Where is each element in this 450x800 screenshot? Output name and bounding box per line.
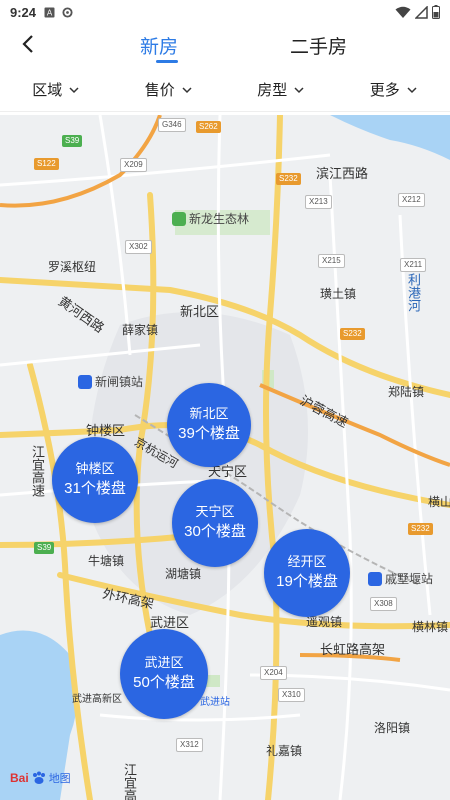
map-label: 郑陆镇 — [388, 385, 425, 399]
road-shield: S39 — [34, 542, 55, 554]
cluster-count: 50个楼盘 — [133, 674, 195, 691]
map-label: 罗溪枢纽 — [48, 260, 97, 274]
logo-suffix: 地图 — [48, 773, 71, 785]
filter-price-label: 售价 — [144, 82, 175, 99]
chevron-down-icon — [69, 86, 79, 93]
poi-label: 戚墅堰站 — [385, 572, 434, 586]
cluster-count: 31个楼盘 — [64, 480, 126, 497]
map-label: 武进区 — [150, 615, 190, 630]
back-arrow-icon — [22, 35, 33, 53]
tree-icon — [172, 211, 186, 226]
train-station-icon — [368, 571, 382, 586]
map-label: 洛阳镇 — [374, 721, 411, 735]
filter-region[interactable]: 区域 — [0, 68, 113, 111]
cluster-count: 19个楼盘 — [276, 573, 338, 590]
baidu-map-logo: Bai 地图 — [10, 770, 71, 786]
road-shield: X312 — [176, 738, 203, 752]
map-label: 牛塘镇 — [88, 554, 125, 568]
road-shield: X211 — [400, 258, 427, 272]
road-shield: X213 — [305, 195, 332, 209]
map-label: 新北区 — [180, 304, 220, 319]
road-shield: X215 — [318, 254, 345, 268]
notification-a-icon: A — [44, 7, 55, 17]
train-station-icon — [78, 374, 92, 389]
logo-text: Bai — [10, 771, 29, 785]
cluster-name: 天宁区 — [195, 504, 235, 519]
wifi-icon — [395, 6, 411, 18]
road-shield: X302 — [125, 240, 152, 254]
baidu-paw-icon — [32, 771, 45, 784]
cluster-name: 经开区 — [287, 554, 327, 569]
map-label: 武进高新区 — [72, 694, 122, 705]
back-button[interactable] — [14, 30, 42, 58]
cluster-name: 新北区 — [189, 406, 229, 421]
map-label: 横山 — [428, 495, 450, 509]
poi-label: 新龙生态林 — [189, 212, 250, 226]
map-label: 长虹路高架 — [320, 642, 386, 657]
road-shield: S232 — [340, 328, 365, 340]
chevron-down-icon — [407, 86, 417, 93]
poi-xinzha-station: 新闸镇站 — [78, 373, 143, 390]
filter-price[interactable]: 售价 — [113, 68, 226, 111]
map-label: 横林镇 — [412, 620, 449, 634]
map-label: 滨江西路 — [316, 166, 369, 181]
settings-gear-icon — [62, 6, 73, 18]
active-tab-indicator — [156, 60, 178, 63]
road-shield: X204 — [260, 666, 287, 680]
poi-xinlong-forest: 新龙生态林 — [172, 210, 249, 227]
road-shield: X308 — [370, 597, 397, 611]
filter-region-label: 区域 — [32, 82, 63, 99]
header: 新房 二手房 — [0, 24, 450, 68]
cluster-bubble-wujin[interactable]: 武进区 50个楼盘 — [120, 629, 208, 719]
filter-bar: 区域 售价 房型 更多 — [0, 68, 450, 112]
road-shield: S39 — [62, 135, 83, 147]
cluster-name: 钟楼区 — [75, 461, 115, 476]
battery-icon — [432, 5, 440, 19]
cluster-count: 30个楼盘 — [184, 523, 246, 540]
filter-more-label: 更多 — [369, 82, 400, 99]
cluster-bubble-zhonglou[interactable]: 钟楼区 31个楼盘 — [52, 437, 138, 523]
road-shield: S262 — [196, 121, 221, 133]
tab-new-house[interactable]: 新房 — [140, 32, 178, 59]
svg-text:A: A — [47, 8, 53, 17]
status-bar: 9:24 A — [0, 0, 450, 24]
cluster-count: 39个楼盘 — [178, 425, 240, 442]
map-label: 礼嘉镇 — [266, 744, 303, 758]
chevron-down-icon — [294, 86, 304, 93]
road-shield: S232 — [276, 173, 301, 185]
map-label: 江宜高速 — [122, 763, 137, 800]
road-shield: S122 — [34, 158, 59, 170]
poi-qishuyan-station: 戚墅堰站 — [368, 570, 433, 587]
road-shield: X310 — [278, 688, 305, 702]
map-label: 薛家镇 — [122, 323, 159, 337]
map-label: 江宜高速 — [30, 445, 45, 497]
map-label: 利港河 — [406, 273, 421, 312]
filter-layout[interactable]: 房型 — [225, 68, 338, 111]
map-label: 璜土镇 — [320, 287, 357, 301]
cluster-name: 武进区 — [144, 655, 184, 670]
chevron-down-icon — [182, 86, 192, 93]
road-shield: G346 — [158, 118, 186, 132]
poi-label: 新闸镇站 — [95, 375, 144, 389]
status-time: 9:24 — [10, 4, 37, 20]
signal-icon — [415, 5, 428, 19]
cluster-bubble-jingkai[interactable]: 经开区 19个楼盘 — [264, 529, 350, 617]
filter-more[interactable]: 更多 — [338, 68, 450, 111]
tab-second-hand-house[interactable]: 二手房 — [290, 32, 347, 59]
cluster-bubble-tianning[interactable]: 天宁区 30个楼盘 — [172, 479, 258, 567]
map-view[interactable]: G346 S262 S39 S122 X209 S232 X213 X212 X… — [0, 115, 450, 800]
road-shield: X209 — [120, 158, 147, 172]
map-label: 武进站 — [200, 697, 230, 708]
road-shield: X212 — [398, 193, 425, 207]
map-label: 湖塘镇 — [165, 567, 202, 581]
cluster-bubble-xinbei[interactable]: 新北区 39个楼盘 — [167, 383, 251, 467]
filter-layout-label: 房型 — [257, 82, 288, 99]
road-shield: S232 — [408, 523, 433, 535]
